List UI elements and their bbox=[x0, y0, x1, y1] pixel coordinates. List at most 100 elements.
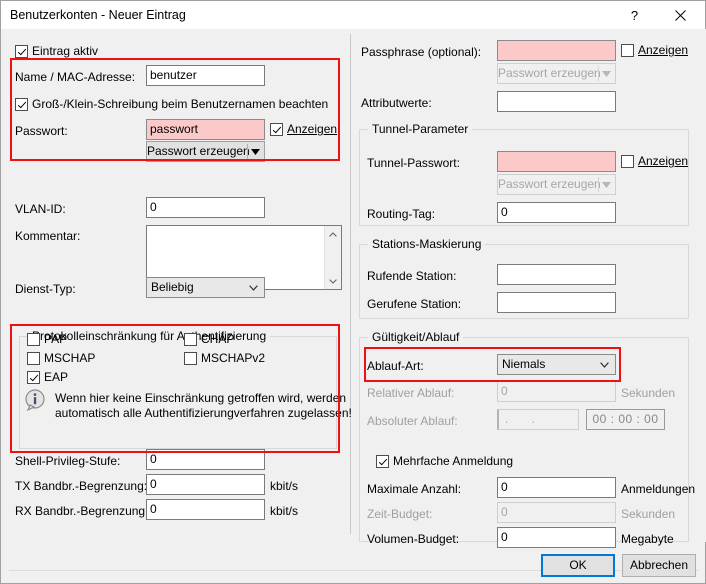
panel-divider bbox=[350, 34, 351, 534]
button-generate-password[interactable]: Passwort erzeugen bbox=[146, 141, 265, 162]
checkbox-show-passphrase[interactable]: Anzeigen bbox=[621, 43, 688, 57]
label-rx-bandwidth: RX Bandbr.-Begrenzung: bbox=[15, 504, 149, 518]
window-title: Benutzerkonten - Neuer Eintrag bbox=[10, 8, 186, 22]
title-bar: Benutzerkonten - Neuer Eintrag ? bbox=[1, 1, 705, 29]
checkbox-mschap[interactable]: MSCHAP bbox=[27, 351, 95, 365]
help-button[interactable]: ? bbox=[612, 1, 657, 29]
checkbox-entry-active[interactable]: Eintrag aktiv bbox=[15, 44, 98, 58]
dialog-window: Benutzerkonten - Neuer Eintrag ? Eintrag… bbox=[0, 0, 706, 584]
select-expiry-type[interactable]: Niemals bbox=[497, 354, 616, 375]
label-password: Passwort: bbox=[15, 124, 68, 138]
checkbox-multiple-login[interactable]: Mehrfache Anmeldung bbox=[376, 454, 513, 468]
input-max-count[interactable]: 0 bbox=[497, 477, 616, 498]
dialog-content: Eintrag aktiv Name / MAC-Adresse: benutz… bbox=[1, 29, 706, 571]
checkbox-label: Groß-/Klein-Schreibung beim Benutzername… bbox=[32, 97, 329, 111]
label-attribute-values: Attributwerte: bbox=[361, 96, 432, 110]
checkbox-box bbox=[27, 351, 40, 365]
group-title: Tunnel-Parameter bbox=[368, 122, 473, 136]
select-value: Niemals bbox=[502, 357, 546, 371]
input-routing-tag[interactable]: 0 bbox=[497, 202, 616, 223]
input-tx-bandwidth[interactable]: 0 bbox=[146, 474, 265, 495]
input-rx-bandwidth[interactable]: 0 bbox=[146, 499, 265, 520]
checkbox-label: Anzeigen bbox=[638, 154, 689, 168]
checkbox-box bbox=[621, 43, 634, 57]
checkbox-show-tunnel-password[interactable]: Anzeigen bbox=[621, 154, 688, 168]
input-passphrase[interactable] bbox=[497, 40, 616, 61]
input-absolute-time[interactable]: 00 : 00 : 00 bbox=[586, 409, 665, 430]
button-label: Passwort erzeugen bbox=[498, 177, 601, 191]
input-time-budget[interactable]: 0 bbox=[497, 502, 616, 523]
checkbox-mschapv2[interactable]: MSCHAPv2 bbox=[184, 351, 265, 365]
input-name-mac[interactable]: benutzer bbox=[146, 65, 265, 86]
scroll-down-arrow[interactable] bbox=[325, 273, 341, 289]
unit-max-count: Anmeldungen bbox=[621, 482, 696, 496]
checkbox-box bbox=[621, 154, 634, 168]
checkbox-case-sensitive[interactable]: Groß-/Klein-Schreibung beim Benutzername… bbox=[15, 97, 328, 111]
label-absolute-expiry: Absoluter Ablauf: bbox=[367, 414, 458, 428]
chevron-down-icon bbox=[600, 361, 609, 368]
close-button[interactable] bbox=[658, 1, 703, 29]
checkbox-box bbox=[15, 97, 28, 111]
dropdown-arrow-button[interactable] bbox=[598, 175, 615, 194]
checkbox-box bbox=[270, 122, 283, 136]
checkbox-box bbox=[27, 370, 40, 384]
checkbox-label: MSCHAPv2 bbox=[201, 351, 266, 365]
chevron-down-icon bbox=[251, 148, 260, 155]
checkbox-label: EAP bbox=[44, 370, 69, 384]
chevron-down-icon bbox=[329, 278, 337, 284]
label-calling-station: Rufende Station: bbox=[367, 269, 457, 283]
checkbox-box bbox=[27, 332, 40, 346]
checkbox-box bbox=[376, 454, 389, 468]
input-tunnel-password[interactable] bbox=[497, 151, 616, 172]
input-calling-station[interactable] bbox=[497, 264, 616, 285]
button-generate-passphrase[interactable]: Passwort erzeugen bbox=[497, 63, 616, 84]
label-expiry-type: Ablauf-Art: bbox=[367, 359, 424, 373]
input-absolute-date[interactable]: . . bbox=[497, 409, 579, 430]
label-volume-budget: Volumen-Budget: bbox=[367, 532, 460, 546]
scroll-up-arrow[interactable] bbox=[325, 226, 341, 242]
input-shell-privilege[interactable]: 0 bbox=[146, 449, 265, 470]
checkbox-label: MSCHAP bbox=[44, 351, 96, 365]
checkbox-show-password[interactable]: Anzeigen bbox=[270, 122, 337, 136]
cancel-button[interactable]: Abbrechen bbox=[622, 554, 696, 577]
ok-button-label: OK bbox=[569, 558, 587, 572]
checkbox-box bbox=[15, 44, 28, 58]
chevron-down-icon bbox=[602, 70, 611, 77]
label-name-mac: Name / MAC-Adresse: bbox=[15, 70, 136, 84]
checkbox-box bbox=[184, 351, 197, 365]
input-password[interactable]: passwort bbox=[146, 119, 265, 140]
label-relative-expiry: Relativer Ablauf: bbox=[367, 386, 455, 400]
checkbox-pap[interactable]: PAP bbox=[27, 332, 67, 346]
comment-scrollbar[interactable] bbox=[324, 226, 341, 289]
checkbox-chap[interactable]: CHAP bbox=[184, 332, 234, 346]
label-comment: Kommentar: bbox=[15, 229, 81, 243]
group-title: Stations-Maskierung bbox=[368, 237, 486, 251]
input-attribute-values[interactable] bbox=[497, 91, 616, 112]
checkbox-label: CHAP bbox=[201, 332, 235, 346]
cancel-button-label: Abbrechen bbox=[629, 558, 689, 572]
input-volume-budget[interactable]: 0 bbox=[497, 527, 616, 548]
label-tunnel-password: Tunnel-Passwort: bbox=[367, 156, 460, 170]
label-shell-privilege: Shell-Privileg-Stufe: bbox=[15, 454, 121, 468]
checkbox-label: Anzeigen bbox=[287, 122, 338, 136]
ok-button[interactable]: OK bbox=[541, 554, 615, 577]
help-icon: ? bbox=[630, 7, 639, 23]
chevron-down-icon-wrap bbox=[600, 355, 609, 374]
unit-rx-bandwidth: kbit/s bbox=[270, 504, 299, 518]
unit-relative-expiry: Sekunden bbox=[621, 386, 676, 400]
checkbox-eap[interactable]: EAP bbox=[27, 370, 68, 384]
select-value: Beliebig bbox=[151, 280, 194, 294]
button-generate-tunnel-password[interactable]: Passwort erzeugen bbox=[497, 174, 616, 195]
checkbox-label: Eintrag aktiv bbox=[32, 44, 99, 58]
dropdown-arrow-button[interactable] bbox=[598, 64, 615, 83]
input-vlan-id[interactable]: 0 bbox=[146, 197, 265, 218]
unit-tx-bandwidth: kbit/s bbox=[270, 479, 299, 493]
chevron-down-icon-wrap bbox=[249, 278, 258, 297]
select-service-type[interactable]: Beliebig bbox=[146, 277, 265, 298]
input-called-station[interactable] bbox=[497, 292, 616, 313]
checkbox-label: Mehrfache Anmeldung bbox=[393, 454, 514, 468]
chevron-down-icon bbox=[249, 284, 258, 291]
dropdown-arrow-button[interactable] bbox=[247, 142, 264, 161]
info-icon bbox=[25, 389, 45, 412]
input-relative-expiry[interactable]: 0 bbox=[497, 381, 616, 402]
